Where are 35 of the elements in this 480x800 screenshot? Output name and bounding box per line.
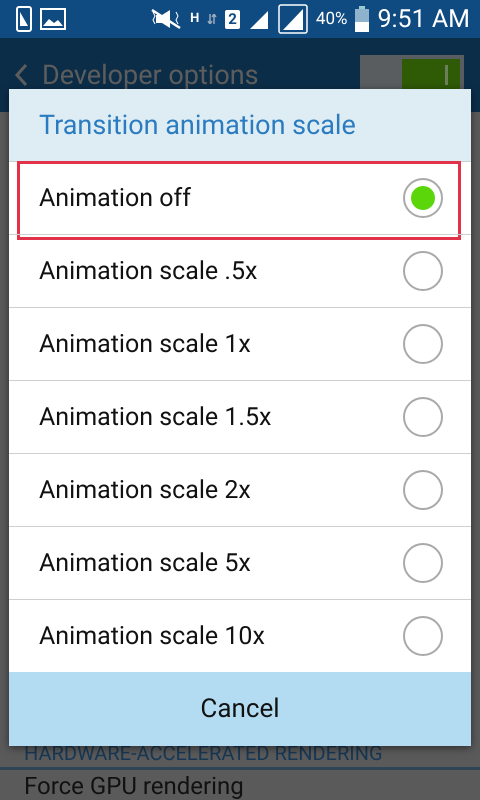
phone-icon: [16, 6, 32, 32]
sim-slot-badge: 2: [225, 10, 240, 28]
option-row[interactable]: Animation scale .5x: [9, 234, 471, 307]
radio-button[interactable]: [403, 470, 443, 510]
option-row[interactable]: Animation off: [9, 161, 471, 234]
option-label: Animation scale 1.5x: [39, 402, 272, 432]
radio-button[interactable]: [403, 616, 443, 656]
network-type-icon: H: [190, 13, 200, 25]
radio-button[interactable]: [403, 324, 443, 364]
option-label: Animation scale 2x: [39, 476, 252, 504]
mute-icon: [150, 8, 182, 30]
cancel-button[interactable]: Cancel: [9, 672, 471, 746]
arrows-icon: [207, 14, 218, 24]
option-row[interactable]: Animation scale 1x: [9, 307, 471, 380]
setting-item: Force GPU rendering: [24, 772, 244, 800]
screen-title: Developer options: [42, 59, 260, 91]
option-label: Animation scale 1x: [39, 330, 252, 358]
radio-button[interactable]: [403, 178, 443, 218]
option-label: Animation off: [39, 184, 192, 212]
battery-percent: 40%: [316, 9, 348, 29]
option-row[interactable]: Animation scale 1.5x: [9, 380, 471, 453]
option-label: Animation scale 5x: [39, 548, 252, 578]
image-icon: [40, 8, 66, 30]
radio-button[interactable]: [403, 251, 443, 291]
signal-icon: [278, 4, 308, 34]
clock-time: 9:51 AM: [377, 4, 470, 34]
option-row[interactable]: Animation scale 2x: [9, 453, 471, 526]
back-icon[interactable]: [14, 63, 28, 87]
option-row[interactable]: Animation scale 5x: [9, 526, 471, 599]
option-label: Animation scale .5x: [39, 256, 258, 286]
battery-icon: [355, 6, 370, 32]
dialog-title: Transition animation scale: [39, 109, 356, 141]
option-label: Animation scale 10x: [39, 622, 266, 650]
radio-button[interactable]: [403, 543, 443, 583]
radio-button[interactable]: [403, 397, 443, 437]
